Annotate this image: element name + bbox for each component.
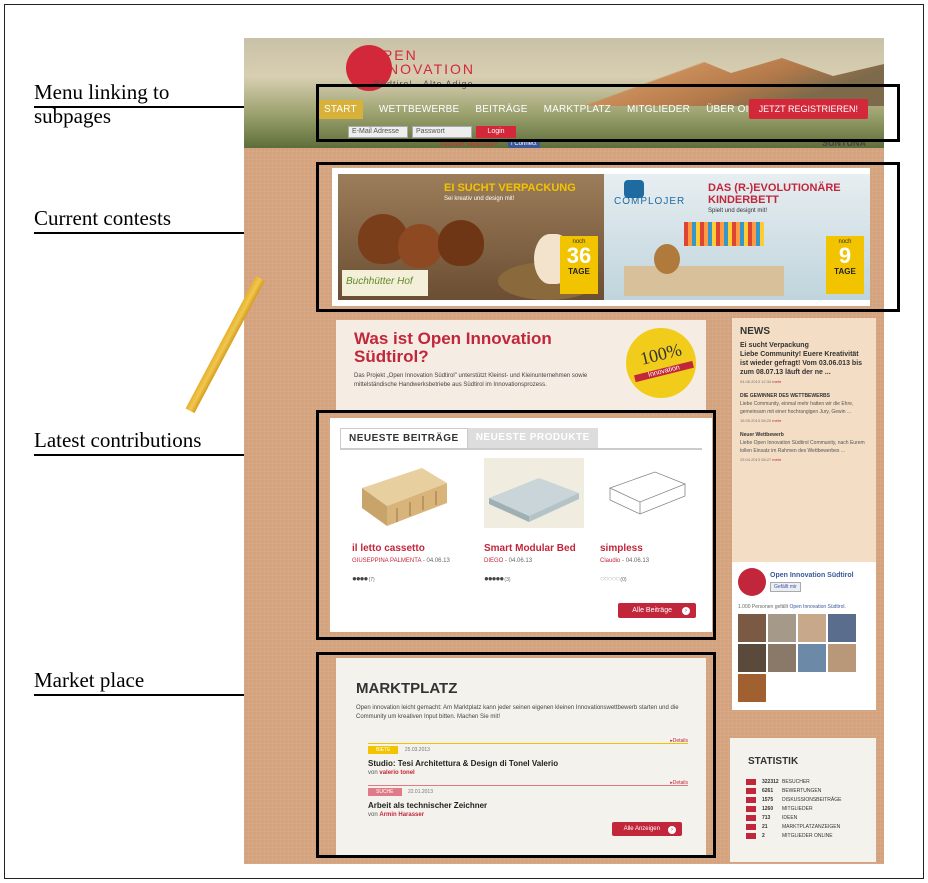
callout-contributions: Latest contributions — [34, 428, 202, 452]
stat-value: 322312 — [762, 778, 779, 785]
about-box: Was ist Open Innovation Südtirol? Das Pr… — [336, 320, 706, 412]
news-date: 04.06.2013 12:34 mehr — [740, 379, 868, 384]
stat-row: 21 MARKTPLATZANZEIGEN — [746, 822, 868, 831]
members-icon — [746, 805, 756, 812]
fan-count-text: 1.000 Personen gefällt — [738, 604, 789, 610]
avatar[interactable] — [738, 674, 766, 702]
facebook-widget: Open Innovation Südtirol Gefällt mir 1.0… — [732, 562, 876, 710]
stat-row: 1575 DISKUSSIONSBEITRÄGE — [746, 795, 868, 804]
highlight-contributions — [316, 410, 716, 640]
stat-label: BEWERTUNGEN — [782, 787, 822, 794]
news-more-link[interactable]: mehr — [772, 457, 781, 462]
forgot-password-link[interactable]: Passwort vergessen? — [440, 142, 497, 148]
avatar[interactable] — [768, 614, 796, 642]
avatar[interactable] — [768, 644, 796, 672]
stat-value: 21 — [762, 823, 768, 830]
callout-contests: Current contests — [34, 206, 172, 230]
ratings-icon — [746, 787, 756, 794]
news-sidebar: NEWS Ei sucht Verpackung Liebe Community… — [732, 318, 876, 576]
logo-line-2: INNOVATION — [370, 61, 476, 77]
news-body: Liebe Open Innovation Südtirol Community… — [740, 440, 865, 454]
news-title[interactable]: Ei sucht Verpackung — [740, 341, 868, 350]
highlight-market — [316, 652, 716, 858]
discussion-icon — [746, 796, 756, 803]
news-title[interactable]: Neuer Wettbewerb — [740, 431, 868, 439]
news-body: Liebe Community! Euere Kreativität ist w… — [740, 351, 863, 376]
avatar[interactable] — [738, 614, 766, 642]
online-icon — [746, 832, 756, 839]
highlight-contests — [316, 162, 900, 312]
news-title[interactable]: DIE GEWINNER DES WETTBEWERBS — [740, 392, 868, 400]
news-date-value: 25.04.2013 08:27 — [740, 457, 772, 462]
innovation-badge: 100% Innovation — [626, 328, 696, 398]
stat-row: 322312 BESUCHER — [746, 777, 868, 786]
stat-label: IDEEN — [782, 814, 798, 821]
stat-value: 1260 — [762, 805, 774, 812]
news-more-link[interactable]: mehr — [772, 379, 781, 384]
stat-row: 1260 MITGLIEDER — [746, 804, 868, 813]
about-text: Das Projekt „Open Innovation Südtirol" u… — [354, 373, 588, 388]
logo-text[interactable]: OPEN INNOVATION — [370, 48, 475, 76]
about-title: Was ist Open Innovation Südtirol? — [354, 329, 552, 366]
stat-label: MITGLIEDER ONLINE — [782, 832, 833, 839]
news-date: 25.04.2013 08:27 mehr — [740, 457, 868, 462]
fan-avatars — [738, 614, 856, 702]
stat-row: 6261 BEWERTUNGEN — [746, 786, 868, 795]
stat-label: DISKUSSIONSBEITRÄGE — [782, 796, 842, 803]
statistics-box: STATISTIK 322312 BESUCHER 6261 BEWERTUNGEN… — [730, 738, 876, 862]
statistics-heading: STATISTIK — [748, 756, 799, 767]
facebook-page-name[interactable]: Open Innovation Südtirol — [770, 572, 854, 579]
news-date: 16.05.2013 08:20 mehr — [740, 418, 868, 423]
stat-row: 2 MITGLIEDER ONLINE — [746, 831, 868, 840]
page-avatar[interactable] — [738, 568, 766, 596]
avatar[interactable] — [798, 644, 826, 672]
news-more-link[interactable]: mehr — [772, 418, 781, 423]
visitors-icon — [746, 778, 756, 785]
stat-row: 713 IDEEN — [746, 813, 868, 822]
ideas-icon — [746, 814, 756, 821]
highlight-menu — [316, 84, 900, 142]
fan-count: 1.000 Personen gefällt Open Innovation S… — [738, 604, 846, 610]
logo-line-1: OPEN — [370, 47, 418, 63]
stat-value: 6261 — [762, 787, 774, 794]
news-date-value: 16.05.2013 08:20 — [740, 418, 772, 423]
fan-count-link[interactable]: Open Innovation Südtirol. — [789, 604, 845, 610]
avatar[interactable] — [828, 644, 856, 672]
stat-label: BESUCHER — [782, 778, 810, 785]
avatar[interactable] — [798, 614, 826, 642]
stat-label: MITGLIEDER — [782, 805, 813, 812]
news-body: Liebe Community, einmal mehr hatten wir … — [740, 401, 854, 415]
like-button[interactable]: Gefällt mir — [770, 582, 801, 592]
marketplace-icon — [746, 823, 756, 830]
stat-value: 713 — [762, 814, 771, 821]
callout-menu: Menu linking to subpages — [34, 80, 170, 128]
avatar[interactable] — [738, 644, 766, 672]
stat-label: MARKTPLATZANZEIGEN — [782, 823, 841, 830]
callout-market: Market place — [34, 668, 145, 692]
stat-value: 1575 — [762, 796, 774, 803]
stat-value: 2 — [762, 832, 765, 839]
avatar[interactable] — [828, 614, 856, 642]
news-date-value: 04.06.2013 12:34 — [740, 379, 772, 384]
news-heading: NEWS — [740, 326, 770, 337]
